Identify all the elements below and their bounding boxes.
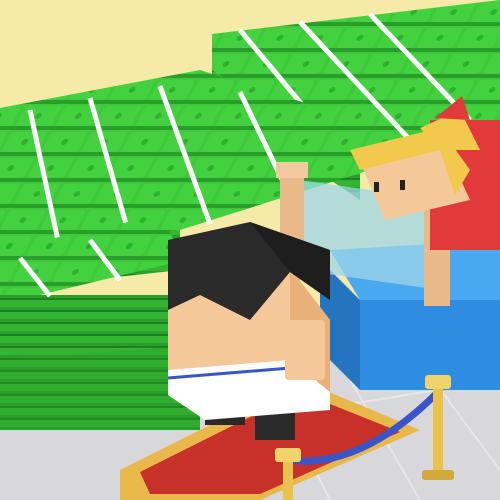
- player-arm: [285, 320, 325, 380]
- teller-eye-right: [400, 180, 405, 190]
- player-character[interactable]: [167, 222, 330, 440]
- teller-eye-left: [374, 182, 379, 192]
- game-scene[interactable]: [0, 0, 500, 500]
